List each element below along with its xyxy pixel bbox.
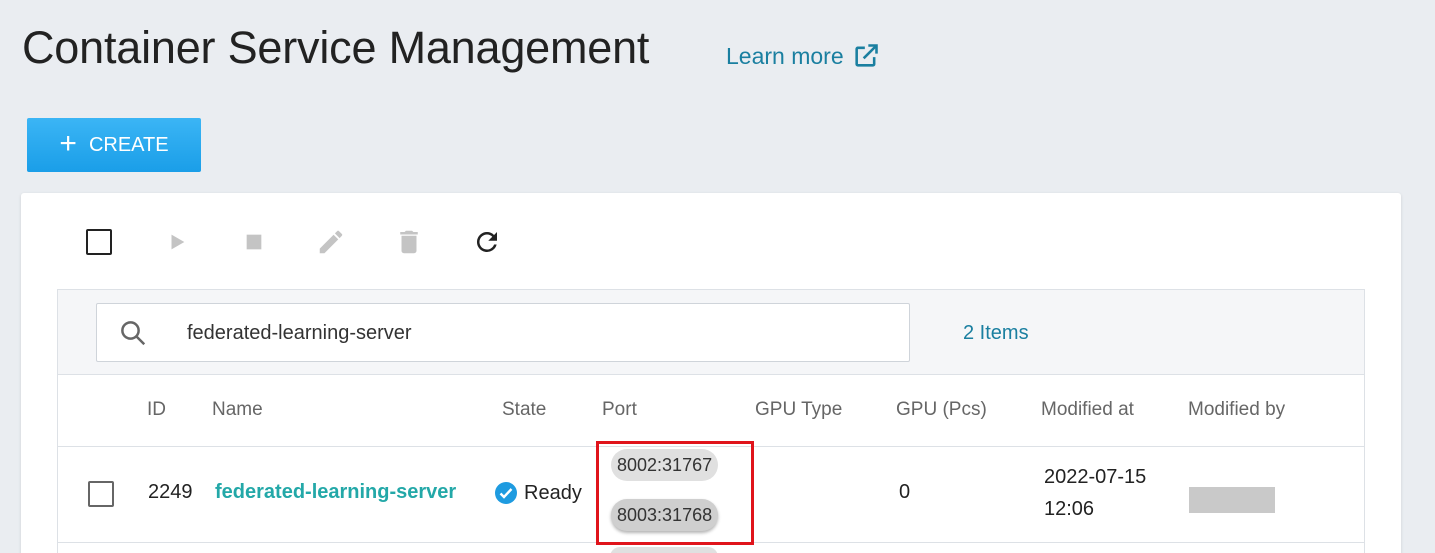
- plus-icon: +: [59, 126, 77, 160]
- search-bar: federated-learning-server 2 Items: [58, 289, 1364, 375]
- row-state-label: Ready: [524, 481, 582, 504]
- external-link-icon: [855, 44, 878, 67]
- row-modified-at: 2022-07-15 12:06: [1044, 461, 1146, 525]
- stop-icon[interactable]: [236, 223, 272, 261]
- row-state: Ready: [494, 481, 582, 505]
- port-highlight-box: 8002:31767 8003:31768: [596, 441, 754, 545]
- column-modified-at[interactable]: Modified at: [1041, 399, 1134, 421]
- delete-icon[interactable]: [391, 223, 427, 261]
- column-gpu-type[interactable]: GPU Type: [755, 399, 842, 421]
- column-gpu-pcs[interactable]: GPU (Pcs): [896, 399, 987, 421]
- play-icon[interactable]: [159, 223, 195, 261]
- learn-more-label: Learn more: [726, 42, 844, 69]
- column-port[interactable]: Port: [602, 399, 637, 421]
- row-gpu-pcs: 0: [899, 481, 911, 503]
- checkbox-box: [86, 229, 112, 255]
- edit-icon[interactable]: [313, 223, 349, 261]
- row-modified-time: 12:06: [1044, 498, 1095, 520]
- row-checkbox[interactable]: [88, 481, 114, 507]
- port-chip[interactable]: 8003:31768: [611, 499, 719, 531]
- column-name[interactable]: Name: [212, 399, 263, 421]
- row-modified-date: 2022-07-15: [1044, 466, 1147, 488]
- table-header: ID Name State Port GPU Type GPU (Pcs) Mo…: [58, 375, 1364, 447]
- next-row-port-chip: [610, 547, 718, 553]
- column-state[interactable]: State: [502, 399, 546, 421]
- page-title: Container Service Management: [22, 22, 650, 73]
- row-name-link[interactable]: federated-learning-server: [215, 481, 456, 504]
- search-icon: [121, 321, 146, 346]
- table-row[interactable]: 2249 federated-learning-server Ready 800…: [58, 441, 1364, 545]
- search-input[interactable]: federated-learning-server: [96, 303, 910, 362]
- learn-more-link[interactable]: Learn more: [726, 42, 880, 70]
- column-id[interactable]: ID: [147, 399, 166, 421]
- items-count: 2 Items: [963, 322, 1029, 344]
- check-circle-icon: [495, 482, 517, 504]
- services-card: federated-learning-server 2 Items ID Nam…: [21, 193, 1401, 553]
- row-id: 2249: [148, 481, 193, 503]
- refresh-icon[interactable]: [469, 223, 505, 261]
- modified-by-redacted: [1189, 487, 1275, 513]
- column-modified-by[interactable]: Modified by: [1188, 399, 1285, 421]
- port-chip[interactable]: 8002:31767: [611, 449, 719, 481]
- search-value: federated-learning-server: [187, 322, 412, 344]
- create-button[interactable]: + CREATE: [27, 118, 201, 172]
- select-all-checkbox[interactable]: [81, 223, 117, 261]
- table-container: federated-learning-server 2 Items ID Nam…: [57, 289, 1365, 553]
- create-button-label: CREATE: [88, 133, 169, 156]
